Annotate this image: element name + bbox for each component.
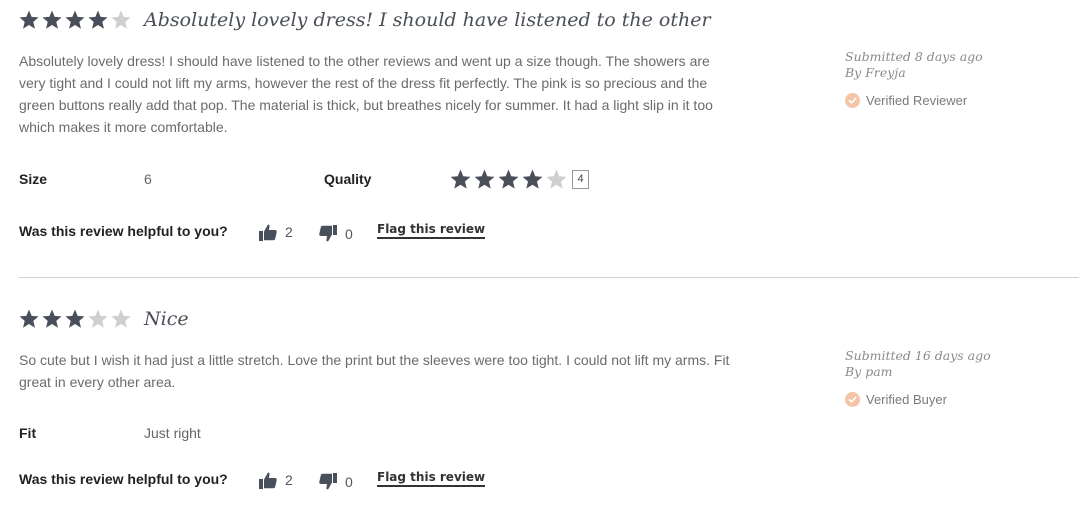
quality-rating-value: 4 (572, 170, 589, 189)
star-filled-icon (64, 9, 86, 31)
star-empty-icon (110, 308, 132, 330)
star-filled-icon (473, 168, 496, 191)
review-author: By Freyja (845, 65, 906, 80)
review-body: So cute but I wish it had just a little … (19, 352, 730, 390)
helpful-no-count: 0 (345, 474, 353, 490)
star-filled-icon (87, 9, 109, 31)
review-title: Nice (144, 308, 189, 330)
thumbs-up-icon (259, 224, 277, 241)
helpful-prompt: Was this review helpful to you? (19, 223, 228, 239)
helpful-yes-button[interactable]: 2 (258, 222, 293, 242)
review-body: Absolutely lovely dress! I should have l… (19, 53, 713, 135)
star-filled-icon (41, 308, 63, 330)
star-empty-icon (110, 9, 132, 31)
star-filled-icon (449, 168, 472, 191)
verified-badge: Verified Reviewer (845, 93, 967, 108)
quality-label: Quality (324, 171, 372, 187)
fit-value: Just right (144, 425, 201, 441)
star-filled-icon (41, 9, 63, 31)
star-empty-icon (545, 168, 568, 191)
fit-label: Fit (19, 425, 37, 441)
helpful-prompt: Was this review helpful to you? (19, 471, 228, 487)
star-filled-icon (18, 308, 40, 330)
flag-review-link[interactable]: Flag this review (377, 470, 486, 487)
review-submitted-date: Submitted 16 days ago (845, 348, 991, 363)
thumbs-up-icon (259, 472, 277, 489)
quality-rating-stars (449, 168, 569, 191)
review-rating-stars (18, 9, 133, 31)
review-card: Nice So cute but I wish it had just a li… (0, 278, 1092, 513)
star-empty-icon (87, 308, 109, 330)
check-icon (845, 93, 860, 108)
helpful-yes-count: 2 (285, 224, 293, 240)
helpful-yes-count: 2 (285, 472, 293, 488)
review-author: By pam (845, 364, 893, 379)
review-title: Absolutely lovely dress! I should have l… (144, 9, 711, 31)
thumbs-down-icon (319, 473, 337, 490)
review-rating-stars (18, 308, 133, 330)
thumbs-down-icon (319, 225, 337, 242)
helpful-no-button[interactable]: 0 (318, 472, 353, 492)
size-label: Size (19, 171, 48, 187)
quality-rating: 4 (449, 168, 589, 191)
review-submitted-date: Submitted 8 days ago (845, 49, 983, 64)
verified-badge-label: Verified Reviewer (866, 93, 968, 108)
verified-badge: Verified Buyer (845, 392, 947, 407)
review-card: Absolutely lovely dress! I should have l… (0, 0, 1092, 277)
helpful-no-count: 0 (345, 226, 353, 242)
star-filled-icon (497, 168, 520, 191)
check-icon (845, 392, 860, 407)
star-filled-icon (18, 9, 40, 31)
flag-review-link[interactable]: Flag this review (377, 222, 486, 239)
helpful-no-button[interactable]: 0 (318, 224, 353, 244)
helpful-yes-button[interactable]: 2 (258, 470, 293, 490)
star-filled-icon (64, 308, 86, 330)
star-filled-icon (521, 168, 544, 191)
size-value: 6 (144, 171, 152, 187)
verified-badge-label: Verified Buyer (866, 392, 947, 407)
